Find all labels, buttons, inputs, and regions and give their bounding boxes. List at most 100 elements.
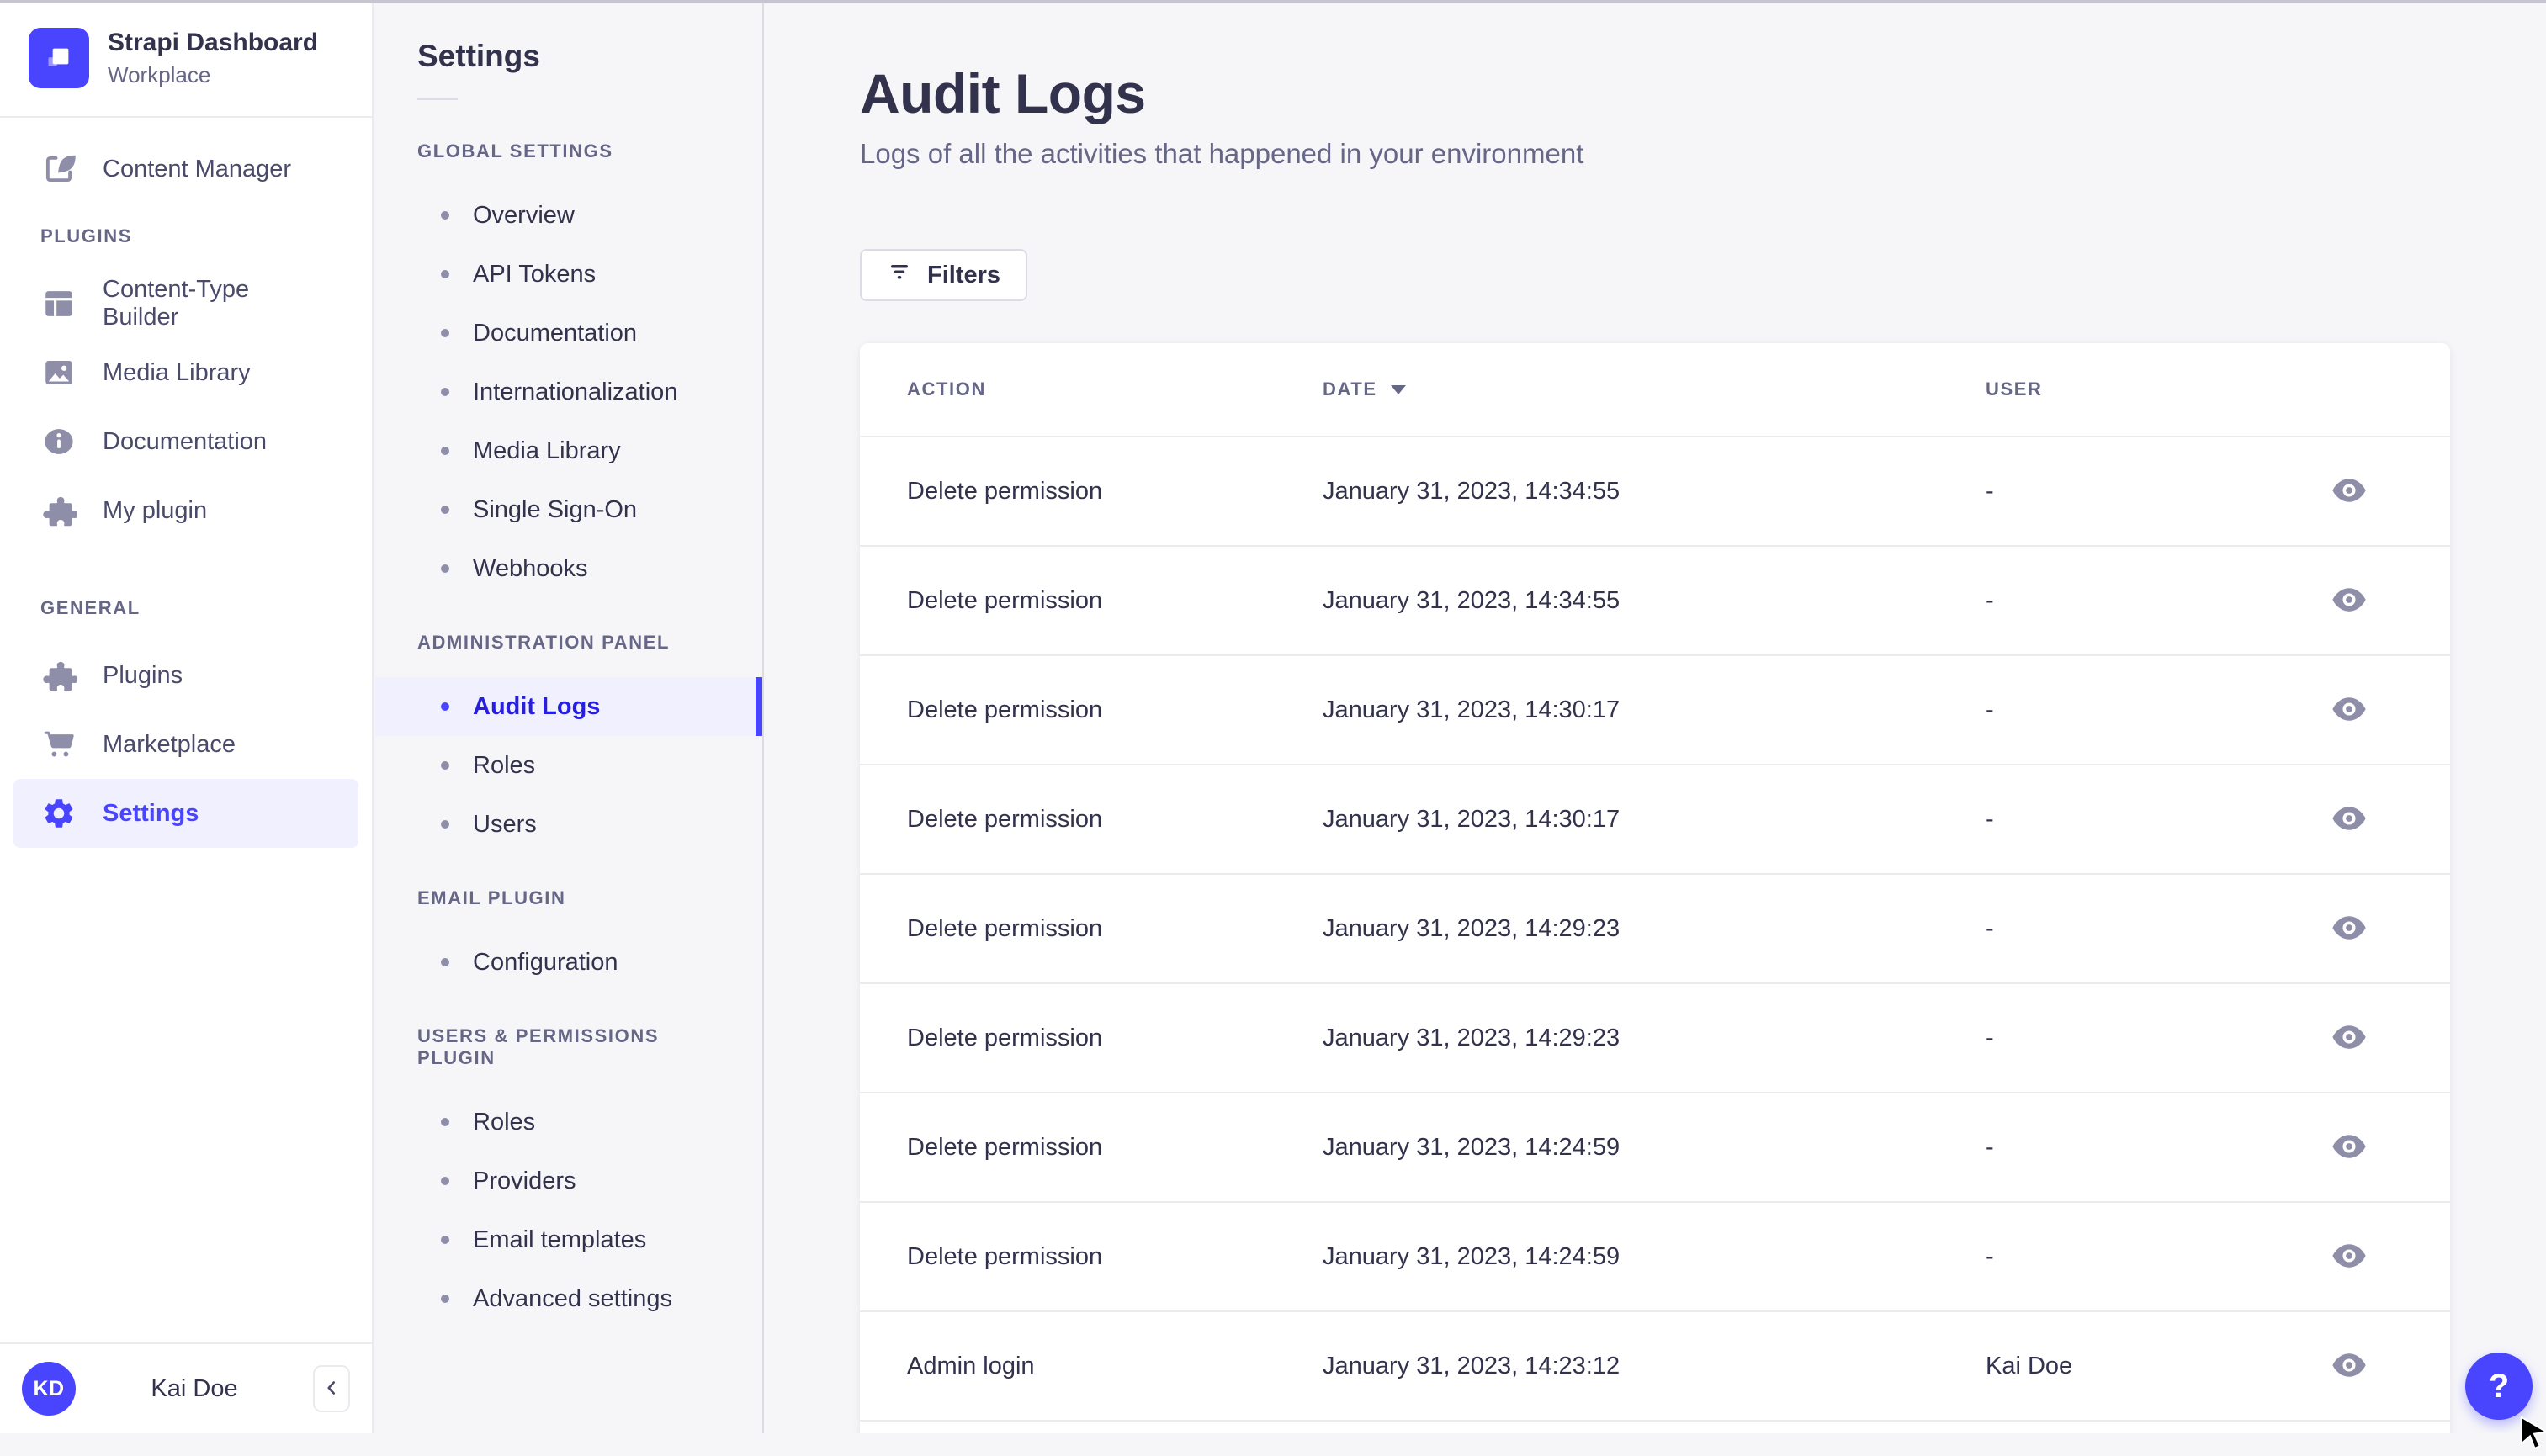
settings-nav-item-label: Configuration	[473, 948, 618, 976]
table-row[interactable]: Delete permission January 31, 2023, 14:2…	[860, 873, 2450, 982]
view-details-button[interactable]	[2326, 580, 2373, 622]
table-row[interactable]: Delete permission January 31, 2023, 14:3…	[860, 436, 2450, 545]
settings-nav-item-email-templates[interactable]: Email templates	[375, 1210, 762, 1269]
column-header-date[interactable]: DATE	[1323, 379, 1986, 400]
collapse-sidebar-button[interactable]	[313, 1365, 350, 1412]
sidebar-item-content-type-builder[interactable]: Content-Type Builder	[13, 269, 358, 338]
view-details-button[interactable]	[2326, 1127, 2373, 1168]
sidebar-item-content-manager[interactable]: Content Manager	[13, 135, 358, 204]
table-row[interactable]: Admin login January 31, 2023, 14:23:12 K…	[860, 1310, 2450, 1420]
user-name[interactable]: Kai Doe	[91, 1375, 298, 1403]
settings-nav-item-configuration[interactable]: Configuration	[375, 933, 762, 992]
bullet-icon	[441, 1118, 449, 1126]
view-details-button[interactable]	[2326, 1018, 2373, 1059]
eye-icon	[2331, 585, 2368, 617]
bullet-icon	[441, 211, 449, 220]
eye-icon	[2331, 1351, 2368, 1382]
sidebar-item-label: Content Manager	[103, 155, 292, 183]
view-details-button[interactable]	[2326, 471, 2373, 512]
cell-date: January 31, 2023, 14:29:23	[1323, 1024, 1620, 1051]
sidebar-item-settings[interactable]: Settings	[13, 779, 358, 848]
view-details-button[interactable]	[2326, 690, 2373, 731]
sidebar-item-marketplace[interactable]: Marketplace	[13, 710, 358, 779]
settings-nav-item-label: Media Library	[473, 437, 621, 464]
table-row[interactable]: Delete permission January 31, 2023, 14:2…	[860, 1201, 2450, 1310]
settings-section-items: Audit Logs Roles Users	[375, 677, 762, 854]
settings-nav-item-users[interactable]: Users	[375, 795, 762, 854]
settings-nav-item-audit-logs[interactable]: Audit Logs	[375, 677, 762, 736]
settings-section-items: Roles Providers Email templates Advanced…	[375, 1093, 762, 1328]
settings-nav-item-media-library[interactable]: Media Library	[375, 421, 762, 480]
bullet-icon	[441, 761, 449, 770]
settings-nav-item-api-tokens[interactable]: API Tokens	[375, 245, 762, 304]
settings-section-label: EMAIL PLUGIN	[417, 887, 566, 908]
user-footer: KD Kai Doe	[0, 1342, 372, 1433]
cell-action: Delete permission	[907, 1133, 1103, 1161]
settings-nav-item-documentation[interactable]: Documentation	[375, 304, 762, 363]
bullet-icon	[441, 270, 449, 278]
cell-user: -	[1986, 1024, 1994, 1051]
page-subtitle: Logs of all the activities that happened…	[860, 138, 1584, 169]
sidebar-item-my-plugin[interactable]: My plugin	[13, 476, 358, 545]
table-row[interactable]: Delete permission January 31, 2023, 14:2…	[860, 982, 2450, 1092]
eye-icon	[2331, 695, 2368, 726]
settings-nav-sections: GLOBAL SETTINGS Overview API Tokens Docu…	[375, 140, 762, 1328]
cell-user: -	[1986, 696, 1994, 723]
gear-icon	[40, 795, 77, 832]
cell-date: January 31, 2023, 14:24:59	[1323, 1242, 1620, 1270]
puzzle-icon	[40, 492, 77, 529]
view-details-button[interactable]	[2326, 1236, 2373, 1278]
sidebar-item-label: Content-Type Builder	[103, 276, 250, 331]
sidebar-item-plugins[interactable]: Plugins	[13, 641, 358, 710]
settings-nav-item-label: Providers	[473, 1167, 576, 1194]
puzzle-icon	[40, 657, 77, 694]
sidebar-item-media-library[interactable]: Media Library	[13, 338, 358, 407]
view-details-button[interactable]	[2326, 908, 2373, 950]
avatar[interactable]: KD	[22, 1362, 76, 1416]
audit-logs-table: ACTION DATE USER Delete permission Janua…	[860, 343, 2450, 1433]
help-button[interactable]: ?	[2465, 1353, 2533, 1420]
bullet-icon	[441, 506, 449, 514]
table-row[interactable]: Delete permission January 31, 2023, 14:3…	[860, 654, 2450, 764]
settings-section-label: ADMINISTRATION PANEL	[417, 632, 671, 653]
settings-nav-item-label: Roles	[473, 751, 536, 779]
view-details-button[interactable]	[2326, 799, 2373, 840]
eye-icon	[2331, 913, 2368, 945]
settings-nav-item-internationalization[interactable]: Internationalization	[375, 363, 762, 421]
settings-nav-item-label: Documentation	[473, 319, 638, 347]
settings-nav-item-label: Advanced settings	[473, 1284, 672, 1312]
cart-icon	[40, 726, 77, 763]
settings-subnav: Settings GLOBAL SETTINGS Overview API To…	[375, 0, 764, 1433]
main-content: Audit Logs Logs of all the activities th…	[766, 0, 2546, 1433]
bullet-icon	[441, 329, 449, 337]
settings-nav-item-roles[interactable]: Roles	[375, 736, 762, 795]
strapi-logo-icon	[29, 28, 89, 88]
settings-nav-item-webhooks[interactable]: Webhooks	[375, 539, 762, 598]
layout-icon	[40, 285, 77, 322]
bullet-icon	[441, 1177, 449, 1185]
settings-title: Settings	[417, 39, 540, 73]
settings-nav-item-advanced-settings[interactable]: Advanced settings	[375, 1269, 762, 1328]
chevron-left-icon	[321, 1377, 342, 1401]
settings-nav-item-roles[interactable]: Roles	[375, 1093, 762, 1152]
workspace-label: Workplace	[108, 61, 211, 87]
settings-nav-item-overview[interactable]: Overview	[375, 186, 762, 245]
table-row[interactable]: Delete permission January 31, 2023, 14:2…	[860, 1092, 2450, 1201]
bullet-icon	[441, 1295, 449, 1303]
filters-button[interactable]: Filters	[860, 249, 1028, 301]
sidebar-item-documentation[interactable]: Documentation	[13, 407, 358, 476]
table-row[interactable]: Delete permission January 31, 2023, 14:3…	[860, 545, 2450, 654]
filter-icon	[887, 259, 912, 291]
settings-nav-item-label: Audit Logs	[473, 692, 601, 720]
settings-section-items: Configuration	[375, 933, 762, 992]
bullet-icon	[441, 388, 449, 396]
settings-nav-item-single-sign-on[interactable]: Single Sign-On	[375, 480, 762, 539]
cell-action: Delete permission	[907, 1242, 1103, 1270]
mouse-cursor	[2519, 1415, 2546, 1456]
view-details-button[interactable]	[2326, 1346, 2373, 1387]
table-row[interactable]: Delete permission January 31, 2023, 14:3…	[860, 764, 2450, 873]
bullet-icon	[441, 447, 449, 455]
eye-icon	[2331, 804, 2368, 835]
settings-nav-item-providers[interactable]: Providers	[375, 1152, 762, 1210]
main-sidebar: Strapi Dashboard Workplace Content Manag…	[0, 0, 374, 1433]
